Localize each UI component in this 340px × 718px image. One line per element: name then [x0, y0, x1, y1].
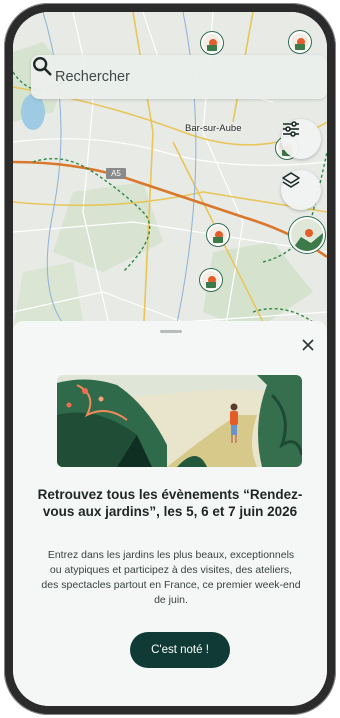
gardener-icon	[207, 39, 217, 51]
event-description: Entrez dans les jardins les plus beaux, …	[41, 549, 301, 606]
map-road-label: A5	[106, 168, 126, 179]
filter-button[interactable]	[281, 119, 321, 159]
map-view[interactable]: Bar-sur-Aube A5	[13, 12, 327, 342]
phone-frame: Bar-sur-Aube A5 Rechercher Retrouvez tou…	[4, 3, 336, 715]
sheet-grabber[interactable]	[160, 330, 182, 333]
map-city-label: Bar-sur-Aube	[185, 123, 242, 134]
search-bar[interactable]	[31, 55, 327, 99]
layers-icon	[282, 172, 300, 188]
gardener-icon	[206, 276, 216, 288]
search-icon	[33, 57, 52, 76]
filter-icon	[283, 121, 299, 137]
close-icon	[302, 339, 314, 351]
garden-marker[interactable]	[207, 224, 229, 246]
acknowledge-button[interactable]: C'est noté !	[130, 632, 230, 668]
event-title: Retrouvez tous les évènements “Rendez-vo…	[37, 487, 303, 519]
gardener-icon	[213, 231, 223, 243]
gardener-icon	[295, 38, 305, 50]
garden-marker[interactable]	[289, 31, 311, 53]
garden-marker[interactable]	[201, 32, 223, 54]
app-screen: Bar-sur-Aube A5 Rechercher Retrouvez tou…	[13, 12, 327, 706]
info-bottom-sheet: Retrouvez tous les évènements “Rendez-vo…	[13, 321, 327, 706]
search-input[interactable]	[55, 69, 255, 85]
gardener-icon	[291, 219, 323, 251]
garden-illustration	[57, 375, 302, 467]
garden-marker-selected[interactable]	[289, 217, 325, 253]
garden-marker[interactable]	[200, 269, 222, 291]
garden-illustration-art	[57, 375, 302, 467]
layers-button[interactable]	[281, 170, 321, 210]
close-button[interactable]	[297, 334, 319, 356]
